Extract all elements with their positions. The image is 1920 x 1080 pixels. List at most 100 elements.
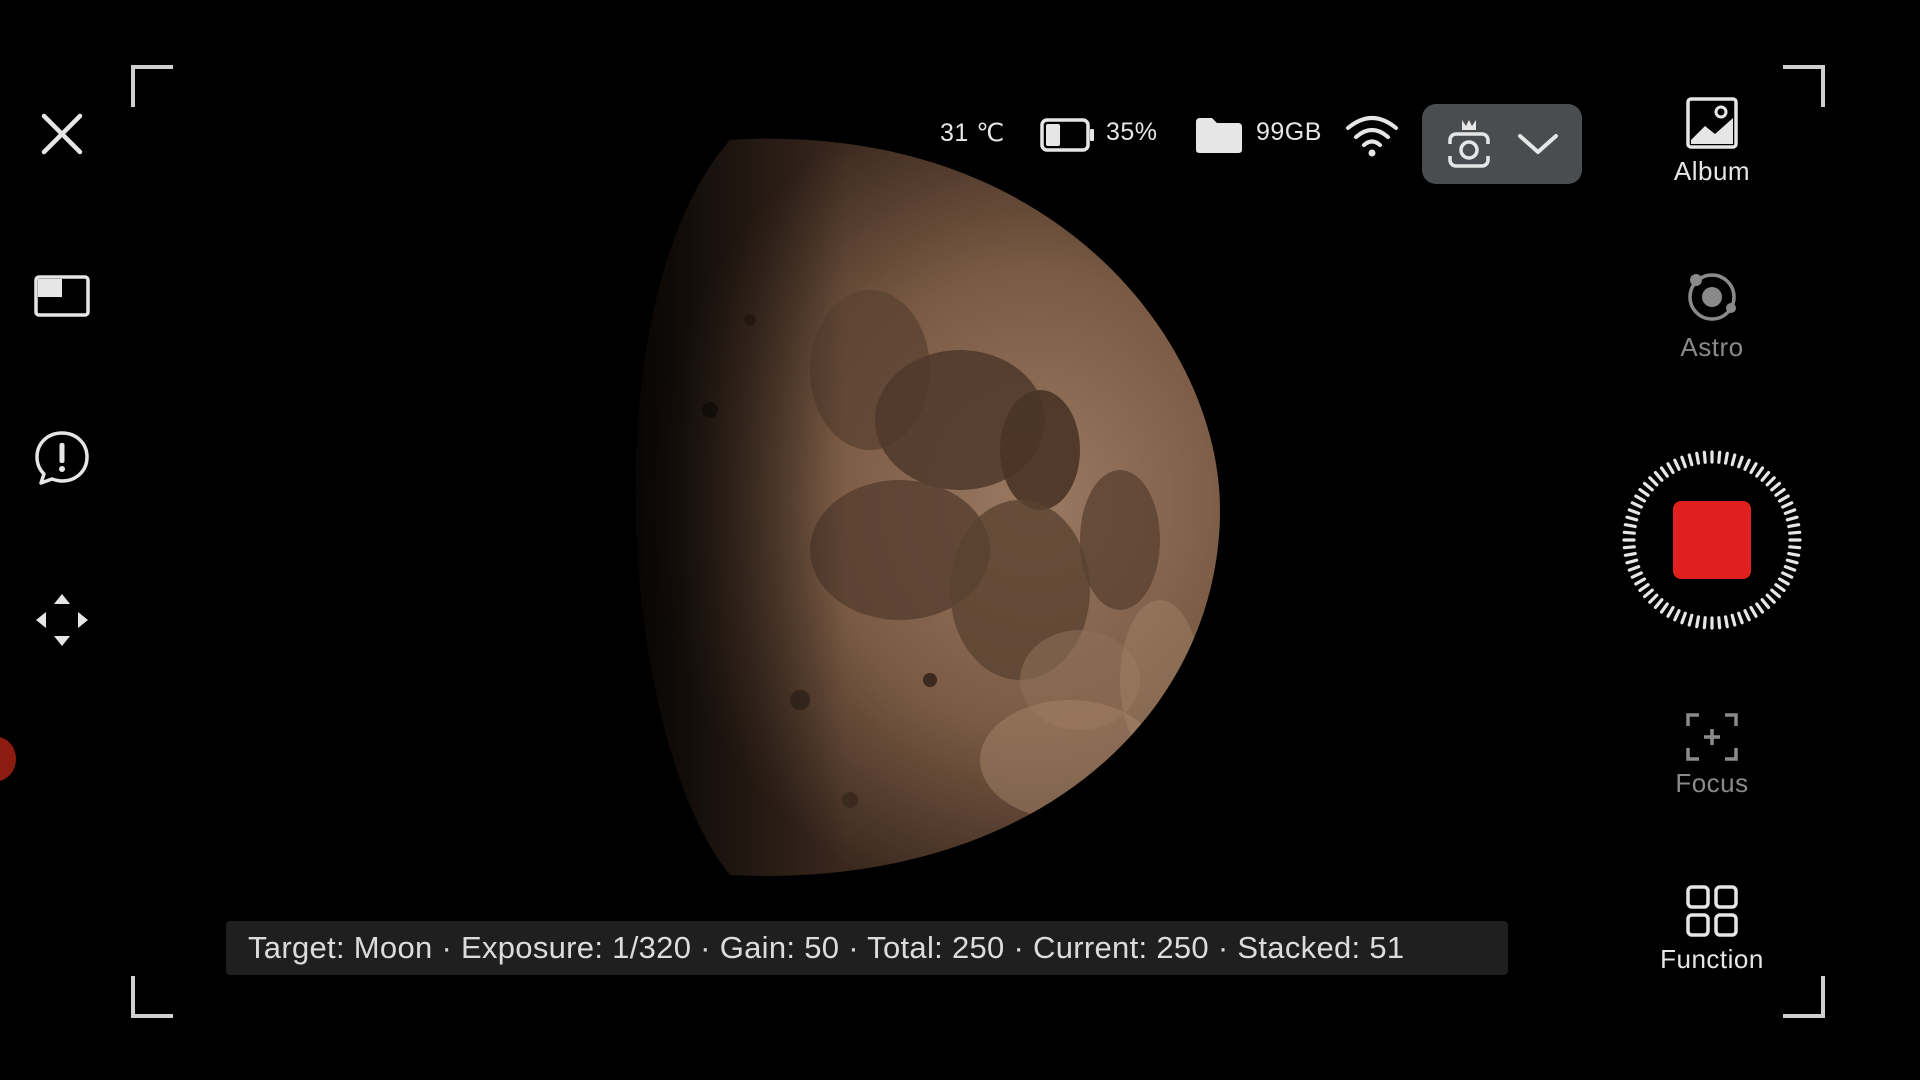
- capture-progress-tick: [1785, 558, 1799, 565]
- stop-capture-button[interactable]: [1622, 450, 1802, 630]
- capture-progress-tick: [1781, 501, 1794, 509]
- capture-progress-tick: [1717, 450, 1722, 464]
- capture-progress-tick: [1648, 476, 1659, 487]
- capture-progress-tick: [1723, 615, 1729, 629]
- capture-progress-tick: [1673, 458, 1681, 471]
- capture-progress-tick: [1737, 455, 1744, 469]
- four-way-arrows-icon: [36, 594, 88, 646]
- capture-progress-tick: [1627, 565, 1641, 572]
- capture-progress-tick: [1777, 577, 1790, 586]
- capture-progress-tick: [1717, 616, 1722, 630]
- capture-progress-tick: [1774, 487, 1786, 497]
- capture-progress-tick: [1737, 611, 1744, 625]
- capture-progress-tick: [1627, 508, 1641, 515]
- capture-progress-tick: [1659, 602, 1669, 614]
- capture-progress-tick: [1743, 458, 1751, 471]
- viewfinder-corner-bottom-left: [131, 976, 173, 1018]
- capture-progress-tick: [1625, 515, 1639, 522]
- capture-progress-tick: [1749, 605, 1758, 618]
- capture-progress-tick: [1634, 577, 1647, 586]
- folder-icon: [1196, 118, 1242, 153]
- capture-progress-tick: [1760, 598, 1771, 610]
- capture-progress-tick: [1702, 616, 1707, 630]
- capture-progress-tick: [1783, 508, 1797, 515]
- capture-progress-tick: [1695, 615, 1701, 629]
- wifi-icon: [1346, 116, 1398, 157]
- device-selector-dropdown[interactable]: [1422, 104, 1582, 184]
- capture-progress-tick: [1638, 487, 1650, 497]
- close-button[interactable]: [30, 102, 94, 166]
- picture-in-picture-button[interactable]: [30, 264, 94, 328]
- astro-icon: [1688, 273, 1736, 321]
- alert-button[interactable]: [30, 426, 94, 490]
- capture-progress-tick: [1666, 605, 1675, 618]
- close-icon: [41, 113, 83, 155]
- focus-label: Focus: [1675, 768, 1749, 798]
- function-grid-icon: [1686, 885, 1738, 937]
- capture-progress-tick: [1781, 571, 1794, 579]
- capture-progress-tick: [1680, 455, 1687, 469]
- viewfinder-corner-top-right: [1783, 65, 1825, 107]
- capture-info-text: Target: Moon · Exposure: 1/320 · Gain: 5…: [248, 930, 1405, 965]
- capture-progress-tick: [1630, 571, 1643, 579]
- capture-progress-tick: [1787, 551, 1801, 557]
- battery-percentage: 35%: [1106, 118, 1158, 146]
- capture-progress-tick: [1760, 470, 1771, 482]
- capture-progress-tick: [1622, 545, 1636, 550]
- astro-button[interactable]: Astro: [1640, 268, 1784, 363]
- album-label: Album: [1673, 156, 1751, 186]
- capture-progress-tick: [1623, 523, 1637, 529]
- capture-progress-tick: [1653, 598, 1664, 610]
- capture-progress-tick: [1743, 609, 1751, 622]
- capture-progress-tick: [1785, 515, 1799, 522]
- viewfinder-corner-top-left: [131, 65, 173, 107]
- capture-progress-tick: [1749, 462, 1758, 475]
- album-icon: [1686, 97, 1738, 149]
- moon-preview-image: [635, 138, 1220, 876]
- capture-progress-tick: [1765, 476, 1776, 487]
- stop-icon: [1673, 501, 1751, 579]
- capture-progress-tick: [1623, 551, 1637, 557]
- capture-progress-tick: [1774, 583, 1786, 593]
- capture-progress-tick: [1625, 558, 1639, 565]
- capture-progress-tick: [1765, 593, 1776, 604]
- focus-button[interactable]: Focus: [1640, 712, 1784, 799]
- capture-progress-tick: [1730, 453, 1737, 467]
- capture-progress-tick: [1648, 593, 1659, 604]
- capture-progress-tick: [1630, 501, 1643, 509]
- temperature-readout: 31 ℃: [940, 119, 1005, 147]
- viewfinder-corner-bottom-right: [1783, 976, 1825, 1018]
- capture-progress-tick: [1680, 611, 1687, 625]
- capture-progress-tick: [1642, 481, 1654, 492]
- capture-progress-tick: [1653, 470, 1664, 482]
- floating-edge-handle[interactable]: [0, 737, 16, 781]
- capture-progress-tick: [1695, 451, 1701, 465]
- capture-progress-tick: [1673, 609, 1681, 622]
- capture-progress-tick: [1659, 466, 1669, 478]
- album-button[interactable]: Album: [1640, 96, 1784, 187]
- capture-progress-tick: [1788, 530, 1802, 535]
- capture-progress-tick: [1787, 523, 1801, 529]
- capture-progress-tick: [1770, 588, 1782, 599]
- battery-icon: [1040, 118, 1094, 152]
- capture-progress-tick: [1687, 453, 1694, 467]
- capture-progress-tick: [1770, 481, 1782, 492]
- capture-progress-tick: [1788, 545, 1802, 550]
- capture-progress-tick: [1666, 462, 1675, 475]
- capture-progress-tick: [1783, 565, 1797, 572]
- capture-progress-tick: [1730, 613, 1737, 627]
- capture-progress-tick: [1702, 450, 1707, 464]
- capture-progress-tick: [1634, 494, 1647, 503]
- capture-info-bar: Target: Moon · Exposure: 1/320 · Gain: 5…: [226, 921, 1508, 975]
- move-control-button[interactable]: [30, 588, 94, 652]
- capture-progress-tick: [1687, 613, 1694, 627]
- capture-progress-tick: [1755, 466, 1765, 478]
- capture-progress-tick: [1622, 530, 1636, 535]
- picture-in-picture-icon: [34, 275, 90, 317]
- function-button[interactable]: Function: [1640, 884, 1784, 975]
- capture-progress-tick: [1777, 494, 1790, 503]
- capture-progress-tick: [1723, 451, 1729, 465]
- capture-progress-tick: [1642, 588, 1654, 599]
- telescope-device-icon: [1448, 120, 1490, 168]
- function-label: Function: [1660, 944, 1764, 974]
